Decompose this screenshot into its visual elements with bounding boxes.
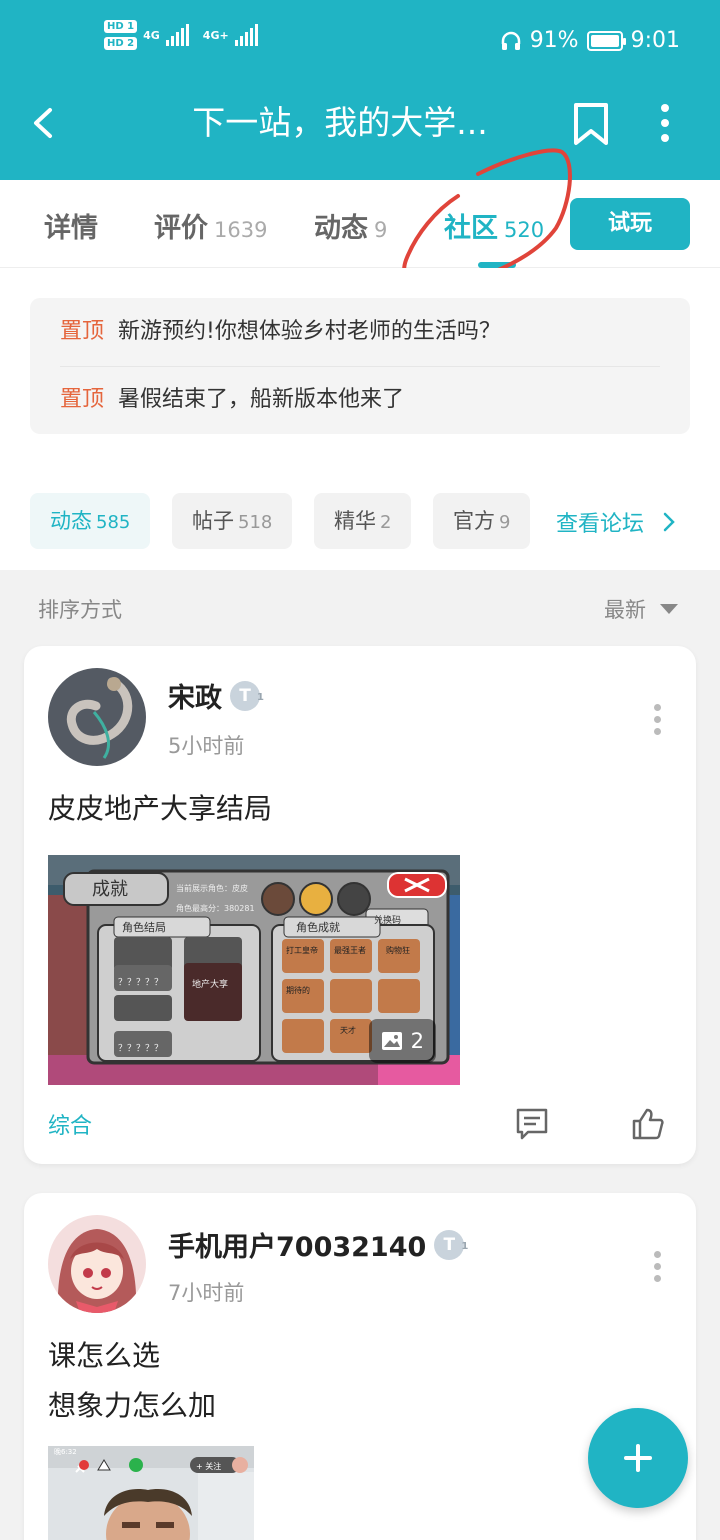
image-count-badge: 2	[368, 1019, 436, 1063]
level-badge: T	[230, 680, 264, 713]
svg-text:当前展示角色：皮皮: 当前展示角色：皮皮	[176, 883, 248, 893]
clock: 9:01	[630, 28, 680, 53]
pinned-post[interactable]: 置顶 新游预约!你想体验乡村老师的生活吗？	[60, 310, 501, 354]
username[interactable]: 手机用户70032140	[168, 1225, 426, 1264]
photo-thumbnail-image: 晚6:32 + 关注	[48, 1446, 254, 1540]
back-icon	[34, 108, 52, 138]
bookmark-icon	[574, 103, 608, 145]
pinned-posts: 置顶 新游预约!你想体验乡村老师的生活吗？ 置顶 暑假结束了，船新版本他来了	[30, 298, 690, 434]
network-label-2: 4G+	[202, 28, 229, 42]
new-post-button[interactable]	[588, 1408, 688, 1508]
post-menu-button[interactable]	[652, 704, 662, 740]
post-text: 课怎么选	[48, 1339, 161, 1372]
avatar[interactable]	[48, 668, 146, 766]
svg-text:角色结局: 角色结局	[122, 920, 166, 934]
sort-label: 排序方式	[38, 598, 122, 622]
post-time: 7小时前	[168, 1281, 245, 1305]
signal-icon	[165, 24, 189, 46]
dropdown-arrow-icon	[660, 604, 678, 614]
image-icon	[381, 1032, 402, 1050]
battery-percent: 91%	[529, 28, 579, 53]
more-options-button[interactable]	[650, 104, 680, 144]
svg-text:+ 关注: + 关注	[196, 1461, 221, 1471]
svg-text:角色成就: 角色成就	[296, 920, 340, 934]
tab-updates[interactable]: 动态 9	[314, 206, 387, 245]
back-button[interactable]	[28, 100, 58, 146]
svg-text:地产大享: 地产大享	[192, 978, 228, 990]
avatar[interactable]	[48, 1215, 146, 1313]
svg-text:？？？？？: ？？？？？	[118, 1044, 163, 1054]
svg-text:晚6:32: 晚6:32	[54, 1447, 77, 1456]
more-vertical-icon	[650, 104, 680, 142]
comment-icon	[516, 1108, 548, 1140]
signal-icon	[234, 24, 258, 46]
post-image[interactable]: 晚6:32 + 关注	[48, 1446, 254, 1540]
anime-avatar-image	[48, 1215, 146, 1313]
like-button[interactable]	[630, 1106, 666, 1146]
comment-button[interactable]	[514, 1106, 550, 1146]
svg-text:角色最高分：380281: 角色最高分：380281	[176, 903, 255, 913]
level-badge: T	[434, 1229, 468, 1262]
view-forum-link[interactable]: 查看论坛	[556, 506, 677, 538]
more-vertical-icon	[652, 1251, 662, 1282]
post-time: 5小时前	[168, 734, 245, 758]
signal-indicators: HD 1 HD 2 4G 4G+	[104, 20, 258, 50]
hd2-badge: HD 2	[104, 37, 138, 50]
tab-reviews[interactable]: 评价 1639	[154, 206, 267, 245]
filter-official[interactable]: 官方 9	[433, 493, 531, 549]
svg-text:成就: 成就	[92, 879, 128, 900]
svg-text:打工皇帝: 打工皇帝	[286, 945, 318, 955]
thumbs-up-icon	[632, 1108, 664, 1140]
dragon-avatar-image	[48, 668, 146, 766]
tab-community[interactable]: 社区 520	[444, 206, 544, 245]
post-card[interactable]: 手机用户70032140 T 7小时前 课怎么选 想象力怎么加 晚6:32 + …	[24, 1193, 696, 1540]
post-menu-button[interactable]	[652, 1251, 662, 1287]
divider	[60, 366, 660, 367]
chevron-right-icon	[663, 512, 675, 532]
app-header: HD 1 HD 2 4G 4G+ 91% 9:01 下一站，我的大学...	[0, 0, 720, 180]
post-category-tag[interactable]: 综合	[48, 1108, 92, 1140]
filter-updates[interactable]: 动态 585	[30, 493, 151, 549]
username[interactable]: 宋政	[168, 676, 222, 715]
headphones-icon	[501, 31, 520, 50]
pinned-post[interactable]: 置顶 暑假结束了，船新版本他来了	[60, 378, 404, 422]
page-title: 下一站，我的大学...	[192, 103, 488, 142]
more-vertical-icon	[652, 704, 662, 735]
svg-text:？？？？？: ？？？？？	[118, 978, 163, 988]
post-image[interactable]: 成就 当前展示角色：皮皮 角色最高分：380281 角色结局 角色成就 兑换码 …	[48, 855, 460, 1085]
tab-bar: 详情 评价 1639 动态 9 社区 520 试玩	[0, 180, 720, 268]
filter-posts[interactable]: 帖子 518	[172, 493, 293, 549]
battery-icon	[586, 30, 626, 51]
sort-dropdown[interactable]: 最新	[604, 594, 678, 624]
post-card[interactable]: 宋政 T 5小时前 皮皮地产大享结局	[24, 646, 696, 1164]
hd1-badge: HD 1	[104, 20, 138, 33]
tab-details[interactable]: 详情	[44, 206, 98, 245]
svg-text:天才: 天才	[340, 1025, 356, 1035]
community-header: 置顶 新游预约!你想体验乡村老师的生活吗？ 置顶 暑假结束了，船新版本他来了 动态 5…	[0, 268, 720, 570]
post-text: 想象力怎么加	[48, 1389, 217, 1422]
post-text: 皮皮地产大享结局	[48, 792, 273, 825]
status-bar: HD 1 HD 2 4G 4G+ 91% 9:01	[0, 20, 720, 64]
svg-text:购物狂: 购物狂	[386, 945, 410, 955]
svg-text:兑换码: 兑换码	[374, 914, 401, 926]
bookmark-button[interactable]	[572, 102, 610, 150]
svg-text:最强王者: 最强王者	[334, 946, 366, 955]
network-label-1: 4G	[143, 28, 160, 42]
try-play-button[interactable]: 试玩	[570, 198, 690, 250]
filter-featured[interactable]: 精华 2	[314, 493, 412, 549]
svg-text:期待的: 期待的	[286, 985, 310, 995]
